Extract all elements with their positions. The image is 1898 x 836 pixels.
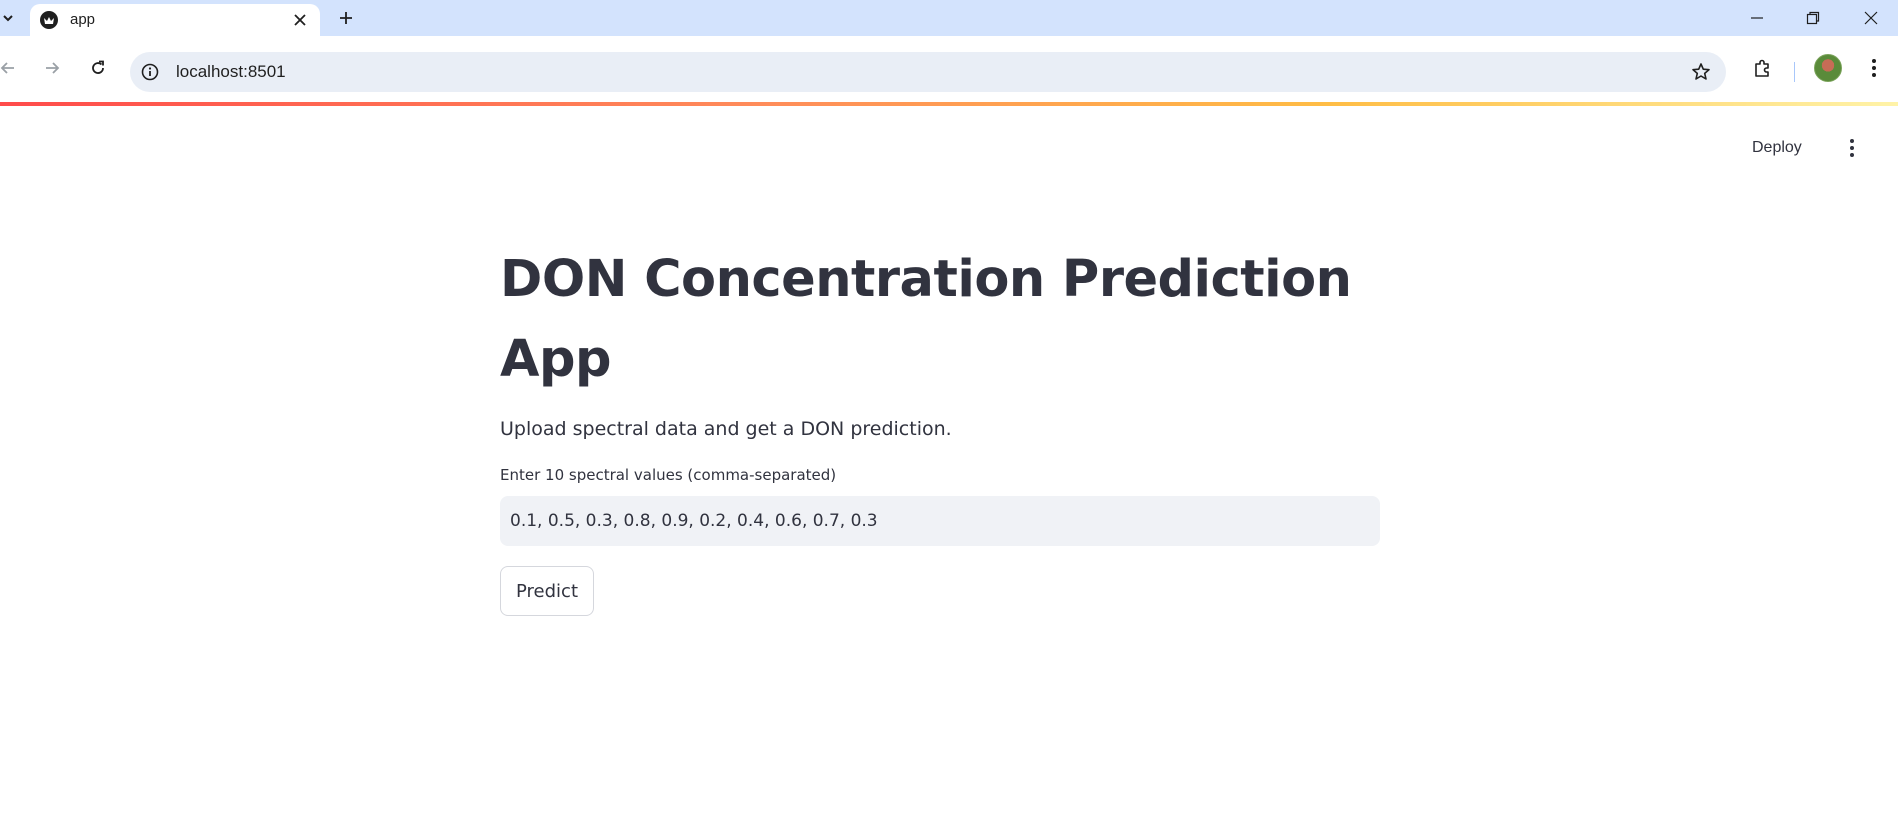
profile-button[interactable] xyxy=(1812,52,1844,84)
close-icon xyxy=(294,14,306,26)
arrow-left-icon xyxy=(0,62,14,74)
url-text[interactable]: localhost:8501 xyxy=(176,62,286,82)
page-subtitle: Upload spectral data and get a DON predi… xyxy=(500,418,952,440)
browser-toolbar: localhost:8501 xyxy=(0,36,1898,102)
predict-button[interactable]: Predict xyxy=(500,566,594,616)
bookmark-star-icon[interactable] xyxy=(1690,61,1712,83)
streamlit-header-decoration xyxy=(0,102,1898,106)
forward-button[interactable] xyxy=(36,52,68,84)
more-vertical-icon xyxy=(1850,139,1854,157)
tab-title: app xyxy=(70,11,96,28)
page-title: DON Concentration Prediction App xyxy=(500,250,1352,389)
new-tab-button[interactable] xyxy=(334,6,358,30)
streamlit-favicon-icon xyxy=(40,11,58,29)
spectral-values-input[interactable] xyxy=(500,496,1380,546)
tab-close-button[interactable] xyxy=(290,10,310,30)
restore-button[interactable] xyxy=(1790,4,1836,32)
browser-tab-strip: app xyxy=(0,0,1898,36)
main-content: DON Concentration Prediction App Upload … xyxy=(500,240,1380,616)
avatar xyxy=(1814,54,1842,82)
arrow-right-icon xyxy=(46,62,60,74)
toolbar-divider xyxy=(1794,62,1795,82)
plus-icon xyxy=(340,12,352,24)
close-window-button[interactable] xyxy=(1848,4,1894,32)
browser-tab[interactable]: app xyxy=(30,4,320,36)
puzzle-icon xyxy=(1755,59,1769,77)
close-icon xyxy=(1864,11,1878,25)
spectral-values-label: Enter 10 spectral values (comma-separate… xyxy=(500,466,837,484)
restore-icon xyxy=(1806,11,1820,25)
browser-menu-button[interactable] xyxy=(1858,52,1890,84)
extensions-button[interactable] xyxy=(1746,52,1778,84)
reload-button[interactable] xyxy=(82,52,114,84)
minimize-button[interactable] xyxy=(1734,4,1780,32)
deploy-button[interactable]: Deploy xyxy=(1752,134,1802,162)
site-info-icon[interactable] xyxy=(140,62,160,82)
chevron-down-icon xyxy=(3,15,13,22)
more-vertical-icon xyxy=(1872,59,1876,77)
reload-icon xyxy=(92,60,104,74)
minimize-icon xyxy=(1751,17,1763,19)
app-main-menu-button[interactable] xyxy=(1838,134,1866,162)
address-bar[interactable]: localhost:8501 xyxy=(130,52,1726,92)
back-button[interactable] xyxy=(0,52,24,84)
tab-search-button[interactable] xyxy=(0,8,16,28)
